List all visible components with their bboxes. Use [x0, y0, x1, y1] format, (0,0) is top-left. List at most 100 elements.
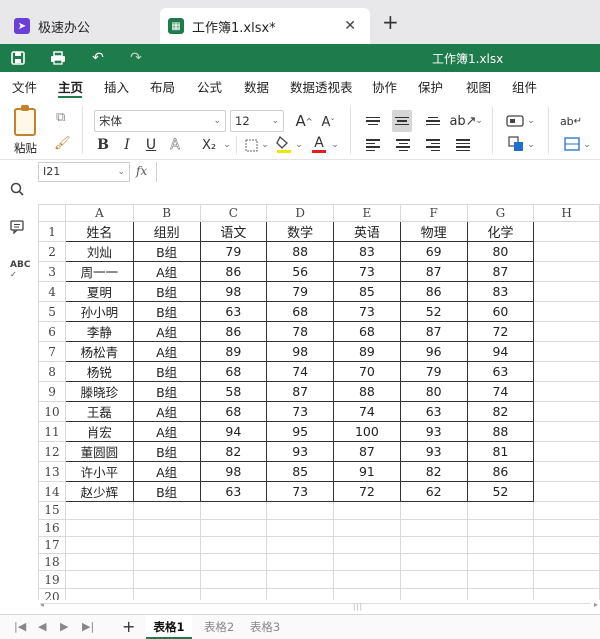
table-cell[interactable]: 72	[333, 481, 401, 503]
table-cell[interactable]: 80	[399, 381, 468, 403]
chevron-down-icon[interactable]: ⌄	[260, 136, 270, 154]
function-icon[interactable]: fx	[136, 164, 147, 178]
table-cell[interactable]	[533, 401, 600, 423]
table-cell[interactable]: 68	[266, 301, 335, 323]
table-cell[interactable]: B组	[132, 281, 201, 303]
header-cell[interactable]: 数学	[266, 221, 335, 243]
row-header[interactable]: 4	[38, 281, 67, 303]
table-cell[interactable]: 56	[266, 261, 335, 283]
table-cell[interactable]: 87	[399, 261, 468, 283]
cell-style-icon[interactable]	[506, 134, 526, 154]
table-cell[interactable]	[65, 518, 134, 537]
row-header[interactable]: 2	[38, 241, 67, 263]
table-cell[interactable]	[466, 518, 535, 537]
font-size-select[interactable]: 12 ⌄	[230, 110, 284, 132]
chevron-down-icon[interactable]: ⌄	[526, 136, 536, 154]
table-cell[interactable]: 60	[466, 301, 535, 323]
table-cell[interactable]: 87	[466, 261, 535, 283]
table-cell[interactable]: 93	[399, 421, 468, 443]
column-header[interactable]: G	[466, 204, 535, 223]
table-cell[interactable]	[399, 587, 468, 600]
justify-icon[interactable]	[454, 136, 472, 154]
row-header[interactable]: 20	[38, 587, 67, 600]
table-cell[interactable]	[266, 535, 335, 555]
table-cell[interactable]	[132, 501, 201, 520]
table-cell[interactable]	[466, 570, 535, 589]
table-cell[interactable]: 58	[199, 381, 268, 403]
table-cell[interactable]: 98	[266, 341, 335, 363]
column-header[interactable]: F	[399, 204, 468, 223]
table-cell[interactable]: 68	[199, 361, 268, 383]
row-header[interactable]: 6	[38, 321, 67, 343]
table-cell[interactable]: 杨锐	[65, 361, 134, 383]
scroll-thumb[interactable]: |||	[338, 604, 378, 611]
table-cell[interactable]	[399, 501, 468, 520]
table-cell[interactable]	[333, 553, 401, 572]
sheet-tab-2[interactable]: 表格2	[196, 615, 242, 639]
table-cell[interactable]: A组	[132, 461, 201, 483]
row-header[interactable]: 13	[38, 461, 67, 483]
table-cell[interactable]	[533, 281, 600, 303]
table-cell[interactable]: A组	[132, 341, 201, 363]
table-cell[interactable]	[533, 341, 600, 363]
table-cell[interactable]	[466, 535, 535, 555]
table-cell[interactable]	[333, 587, 401, 600]
number-format-icon[interactable]	[504, 110, 526, 132]
column-header[interactable]: A	[65, 204, 134, 223]
table-cell[interactable]	[65, 553, 134, 572]
new-tab-button[interactable]: +	[382, 12, 399, 32]
align-middle-icon[interactable]	[392, 110, 412, 132]
table-cell[interactable]	[533, 421, 600, 443]
table-cell[interactable]: 86	[399, 281, 468, 303]
sheet-tab-3[interactable]: 表格3	[242, 615, 288, 639]
table-cell[interactable]: 68	[333, 321, 401, 343]
underline-button[interactable]: U	[142, 136, 160, 154]
subscript-button[interactable]: X₂	[196, 136, 222, 154]
align-center-icon[interactable]	[394, 136, 412, 154]
table-cell[interactable]: B组	[132, 381, 201, 403]
table-cell[interactable]: 87	[399, 321, 468, 343]
table-cell[interactable]	[533, 381, 600, 403]
table-cell[interactable]: 78	[266, 321, 335, 343]
prev-sheet-icon[interactable]: ◀	[38, 620, 46, 633]
chevron-down-icon[interactable]: ⌄	[330, 136, 340, 154]
table-cell[interactable]: 70	[333, 361, 401, 383]
table-cell[interactable]	[65, 587, 134, 600]
table-cell[interactable]: 63	[466, 361, 535, 383]
table-cell[interactable]	[333, 535, 401, 555]
table-cell[interactable]: 孙小明	[65, 301, 134, 323]
align-right-icon[interactable]	[424, 136, 442, 154]
table-cell[interactable]	[65, 535, 134, 555]
table-cell[interactable]	[466, 553, 535, 572]
table-cell[interactable]	[333, 518, 401, 537]
header-cell[interactable]: 物理	[399, 221, 468, 243]
table-cell[interactable]: 91	[333, 461, 401, 483]
table-cell[interactable]: 88	[266, 241, 335, 263]
menu-insert[interactable]: 插入	[104, 77, 129, 96]
first-sheet-icon[interactable]: |◀	[14, 620, 26, 633]
row-header[interactable]: 14	[38, 481, 67, 503]
menu-data[interactable]: 数据	[244, 77, 269, 96]
menu-formula[interactable]: 公式	[197, 77, 222, 96]
table-cell[interactable]	[199, 535, 268, 555]
table-cell[interactable]	[533, 441, 600, 463]
table-cell[interactable]: 73	[266, 481, 335, 503]
tab-home[interactable]: ➤ 极速办公	[8, 8, 148, 44]
table-cell[interactable]: 82	[199, 441, 268, 463]
font-name-select[interactable]: 宋体 ⌄	[94, 110, 226, 132]
text-orientation-icon[interactable]: ab↗	[449, 110, 476, 132]
table-cell[interactable]	[533, 535, 600, 555]
sheet-tab-1[interactable]: 表格1	[146, 615, 192, 639]
redo-icon[interactable]: ↷	[126, 48, 146, 68]
table-cell[interactable]	[533, 301, 600, 323]
table-cell[interactable]	[132, 535, 201, 555]
table-cell[interactable]: 刘灿	[65, 241, 134, 263]
table-cell[interactable]	[266, 587, 335, 600]
fill-color-icon[interactable]	[274, 134, 294, 154]
align-top-icon[interactable]	[364, 112, 382, 130]
table-cell[interactable]	[466, 501, 535, 520]
table-cell[interactable]: 69	[399, 241, 468, 263]
table-cell[interactable]	[533, 587, 600, 600]
table-cell[interactable]: 93	[266, 441, 335, 463]
scroll-right-icon[interactable]: ▸	[594, 600, 598, 609]
